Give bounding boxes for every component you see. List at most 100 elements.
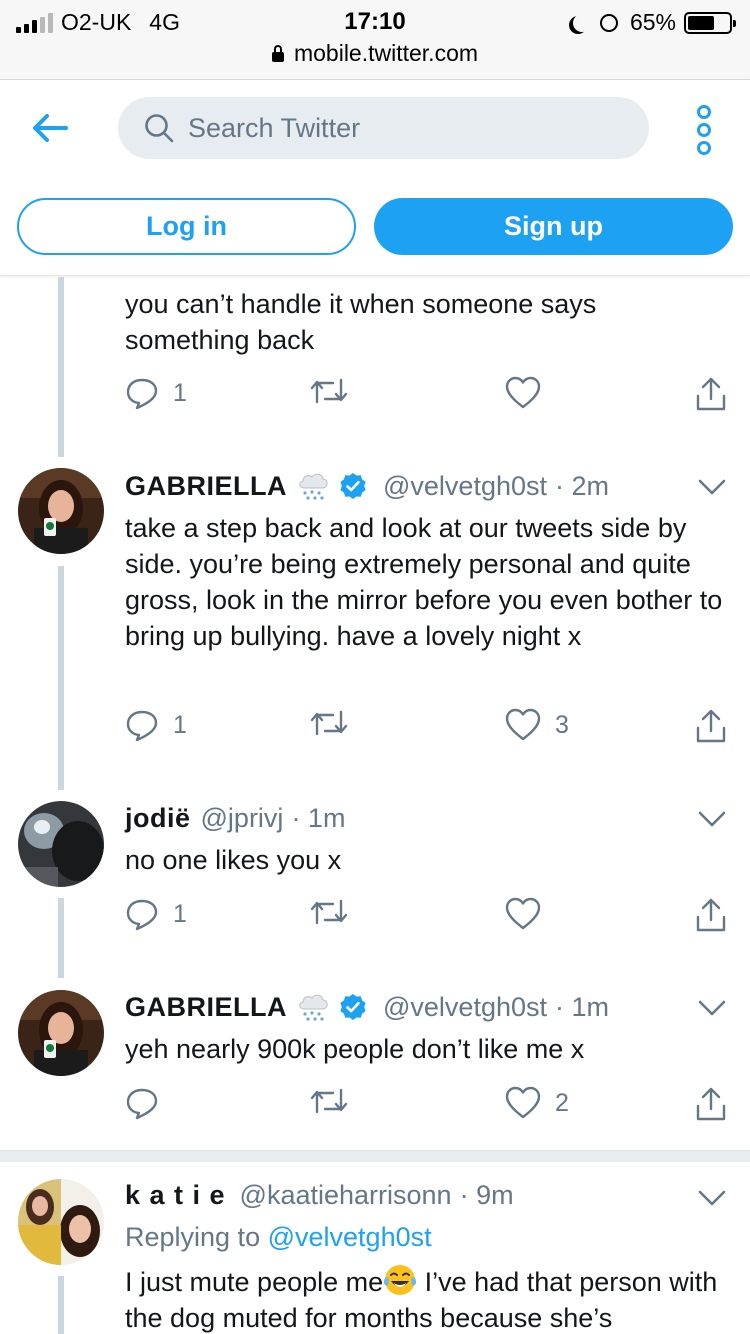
tweet-time[interactable]: · 2m <box>555 471 609 502</box>
tweet-time[interactable]: · 9m <box>460 1180 514 1211</box>
share-icon <box>696 898 726 932</box>
like-count: 2 <box>555 1088 569 1117</box>
tweet-text: you can’t handle it when someone says so… <box>125 289 597 355</box>
verified-badge-icon <box>340 994 366 1020</box>
reply-icon <box>126 378 158 410</box>
alarm-icon <box>599 13 618 32</box>
reply-button[interactable]: 1 <box>125 897 187 931</box>
tweet-header: k a t i e @kaatieharrisonn · 9m <box>125 1180 514 1211</box>
status-bar: O2-UK 4G 17:10 65% <box>0 0 750 40</box>
reply-button[interactable] <box>125 1086 173 1120</box>
tweet-time[interactable]: · 1m <box>555 992 609 1023</box>
retweet-button[interactable] <box>309 376 363 406</box>
signup-button[interactable]: Sign up <box>374 198 733 255</box>
tweet-text: I just mute people me I’ve had that pers… <box>125 1263 740 1334</box>
retweet-icon <box>310 378 348 404</box>
reply-count: 1 <box>173 378 187 407</box>
tweet-actions: 1 <box>125 376 730 412</box>
share-button[interactable] <box>695 376 727 412</box>
conversation-divider <box>0 1150 750 1162</box>
face-with-tears-of-joy-emoji-icon <box>384 1265 417 1295</box>
like-button[interactable]: 2 <box>505 1086 569 1120</box>
heart-icon <box>505 1086 541 1119</box>
tweet-actions: 1 <box>125 897 730 933</box>
share-button[interactable] <box>695 1086 727 1122</box>
reply-icon <box>126 710 158 742</box>
avatar-photo <box>18 468 104 554</box>
reply-count: 1 <box>173 899 187 928</box>
chevron-down-icon[interactable] <box>697 1189 727 1207</box>
tweet-text: no one likes you x <box>125 845 342 875</box>
avatar[interactable] <box>18 468 104 554</box>
like-button[interactable] <box>505 376 555 410</box>
retweet-icon <box>310 1088 348 1114</box>
status-icons: 65% <box>568 9 736 36</box>
chevron-down-icon[interactable] <box>697 810 727 828</box>
avatar[interactable] <box>18 990 104 1076</box>
user-handle[interactable]: @jprivj <box>201 803 284 834</box>
retweet-button[interactable] <box>309 708 363 738</box>
like-count: 3 <box>555 710 569 739</box>
display-name[interactable]: jodië <box>125 803 191 834</box>
search-input[interactable]: Search Twitter <box>118 97 649 159</box>
avatar-photo <box>18 801 104 887</box>
tweet-header: GABRIELLA @velvetgh0st · 1m <box>125 991 609 1023</box>
chevron-down-icon[interactable] <box>697 478 727 496</box>
url-bar[interactable]: mobile.twitter.com <box>0 40 750 80</box>
search-icon <box>145 114 174 143</box>
retweet-button[interactable] <box>309 1086 363 1116</box>
cloud-with-snow-emoji-icon <box>299 473 328 500</box>
do-not-disturb-icon <box>573 14 591 32</box>
tweet-text: take a step back and look at our tweets … <box>125 513 723 651</box>
more-options-icon[interactable] <box>694 104 714 156</box>
tweet-header: jodië @jprivj · 1m <box>125 803 345 834</box>
retweet-icon <box>310 710 348 736</box>
avatar[interactable] <box>18 801 104 887</box>
avatar-photo <box>18 990 104 1076</box>
reply-icon <box>126 1088 158 1120</box>
heart-icon <box>505 708 541 741</box>
user-handle[interactable]: @velvetgh0st <box>383 992 547 1023</box>
share-icon <box>696 709 726 743</box>
lock-icon <box>271 45 284 62</box>
user-handle[interactable]: @kaatieharrisonn <box>240 1180 452 1211</box>
avatar-photo <box>18 1179 104 1265</box>
tweet-time[interactable]: · 1m <box>291 803 345 834</box>
search-placeholder: Search Twitter <box>188 112 361 143</box>
battery-icon <box>684 11 736 34</box>
login-button[interactable]: Log in <box>17 198 356 255</box>
back-arrow-icon[interactable] <box>30 110 70 146</box>
heart-icon <box>505 376 541 409</box>
thread-line <box>58 566 64 790</box>
avatar[interactable] <box>18 1179 104 1265</box>
cloud-with-snow-emoji-icon <box>299 994 328 1021</box>
display-name[interactable]: GABRIELLA <box>125 471 287 502</box>
tweet-header: GABRIELLA @velvetgh0st · 2m <box>125 470 609 502</box>
replying-to: Replying to @velvetgh0st <box>125 1222 432 1253</box>
twitter-header: Search Twitter Log in Sign up <box>0 80 750 276</box>
tweet-actions: 1 3 <box>125 708 730 744</box>
battery-percent: 65% <box>629 9 676 35</box>
like-button[interactable] <box>505 897 555 931</box>
reply-count: 1 <box>173 710 187 739</box>
retweet-button[interactable] <box>309 897 363 927</box>
tweet-text: yeh nearly 900k people don’t like me x <box>125 1034 585 1064</box>
thread-line <box>58 277 64 457</box>
replying-to-handle[interactable]: @velvetgh0st <box>268 1222 432 1252</box>
display-name[interactable]: k a t i e <box>125 1180 226 1211</box>
like-button[interactable]: 3 <box>505 708 569 742</box>
reply-button[interactable]: 1 <box>125 708 187 742</box>
reply-icon <box>126 899 158 931</box>
display-name[interactable]: GABRIELLA <box>125 992 287 1023</box>
replying-to-label: Replying to <box>125 1222 261 1252</box>
heart-icon <box>505 897 541 930</box>
share-button[interactable] <box>695 897 727 933</box>
chevron-down-icon[interactable] <box>697 999 727 1017</box>
thread-line <box>58 898 64 978</box>
share-button[interactable] <box>695 708 727 744</box>
share-icon <box>696 1087 726 1121</box>
share-icon <box>696 377 726 411</box>
tweet-actions: 2 <box>125 1086 730 1122</box>
reply-button[interactable]: 1 <box>125 376 187 410</box>
user-handle[interactable]: @velvetgh0st <box>383 471 547 502</box>
